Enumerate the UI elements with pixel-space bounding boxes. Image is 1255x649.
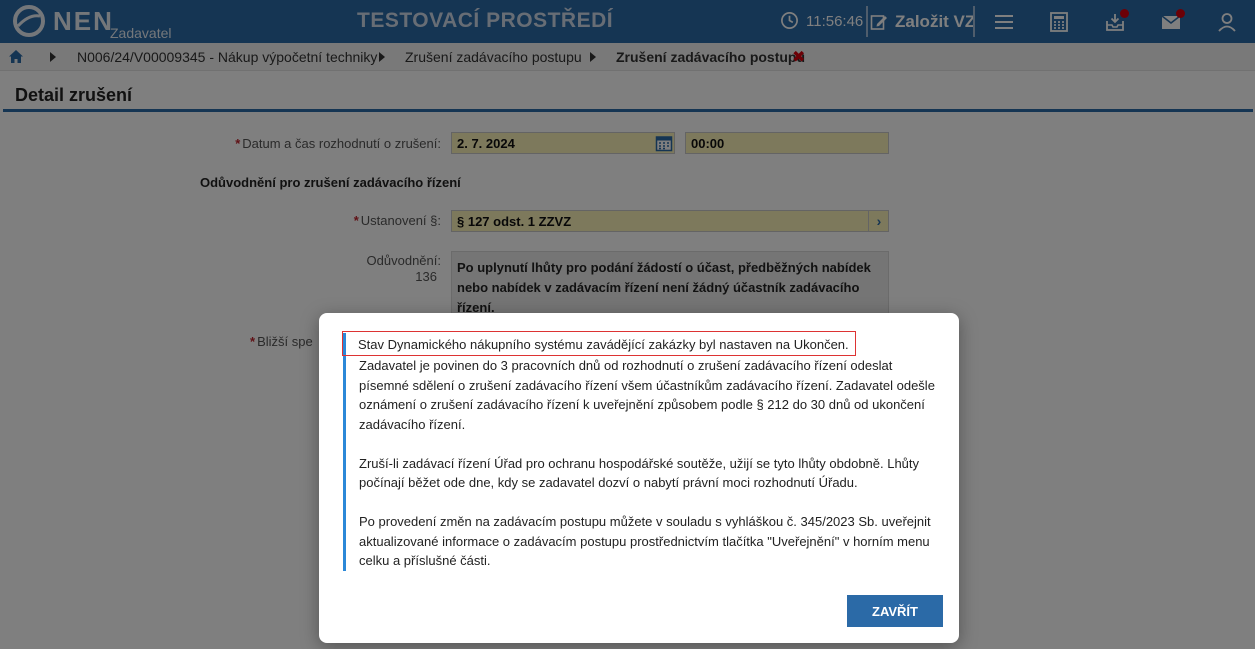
dialog-paragraph-deadlines: Zadavatel je povinen do 3 pracovních dnů… xyxy=(359,358,935,432)
close-dialog-button[interactable]: ZAVŘÍT xyxy=(847,595,943,627)
dialog-message: Stav Dynamického nákupního systému zavád… xyxy=(342,331,943,571)
info-dialog: Stav Dynamického nákupního systému zavád… xyxy=(319,313,959,643)
dialog-paragraph-uohs: Zruší-li zadávací řízení Úřad pro ochran… xyxy=(359,455,920,491)
dialog-paragraph-publication: Po provedení změn na zadávacím postupu m… xyxy=(359,514,931,568)
dialog-highlighted-line: Stav Dynamického nákupního systému zavád… xyxy=(342,331,856,356)
